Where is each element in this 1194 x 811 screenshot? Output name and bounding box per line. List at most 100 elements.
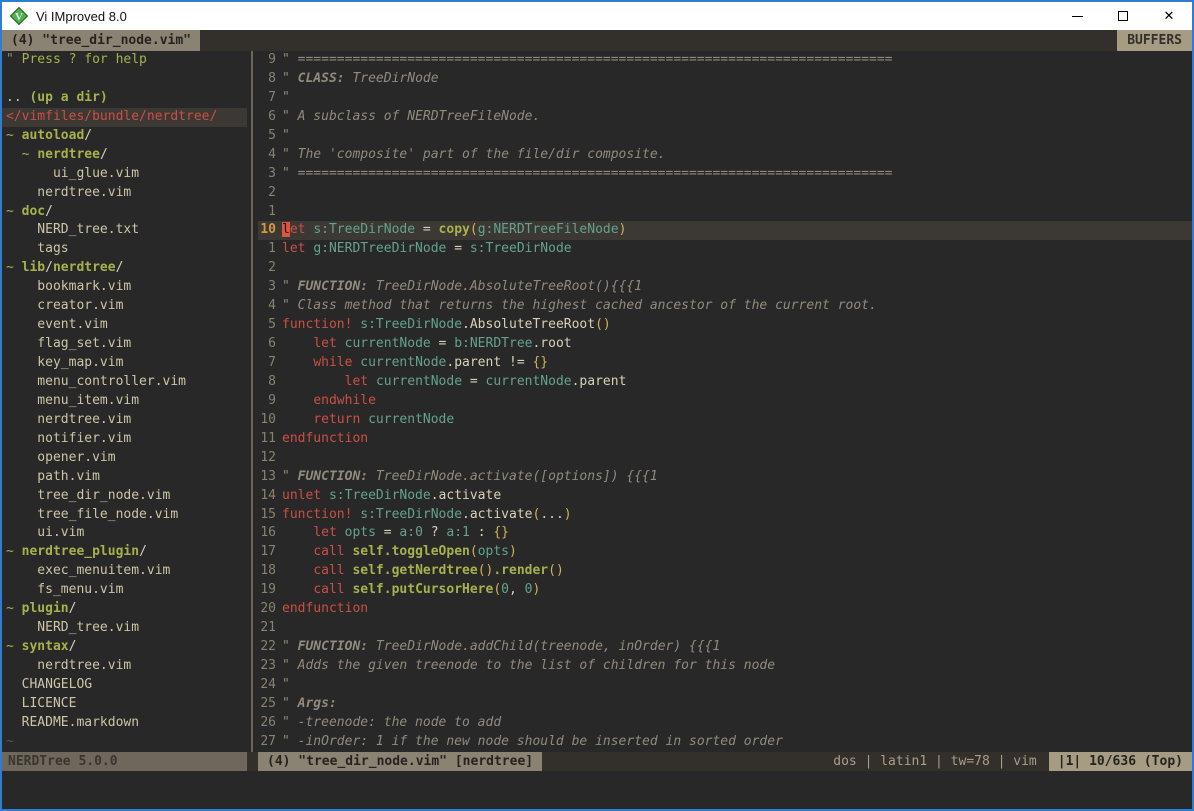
- code-line[interactable]: 26" -treenode: the node to add: [258, 714, 1192, 733]
- tree-item[interactable]: nerdtree.vim: [2, 657, 247, 676]
- tree-item[interactable]: event.vim: [2, 316, 247, 335]
- syntax-segment: ): [532, 582, 540, 597]
- tree-item[interactable]: CHANGELOG: [2, 676, 247, 695]
- code-line[interactable]: 20endfunction: [258, 600, 1192, 619]
- tree-item[interactable]: tree_file_node.vim: [2, 506, 247, 525]
- code-line[interactable]: 25" Args:: [258, 695, 1192, 714]
- code-line[interactable]: 7 while currentNode.parent != {}: [258, 354, 1192, 373]
- syntax-segment: opts: [345, 525, 376, 540]
- code-line[interactable]: 16 let opts = a:0 ? a:1 : {}: [258, 524, 1192, 543]
- tree-item[interactable]: ~ syntax/: [2, 638, 247, 657]
- tree-item[interactable]: bookmark.vim: [2, 278, 247, 297]
- tree-item[interactable]: [2, 70, 247, 89]
- code-line[interactable]: 13" FUNCTION: TreeDirNode.activate([opti…: [258, 468, 1192, 487]
- tree-item[interactable]: </vimfiles/bundle/nerdtree/: [2, 108, 247, 127]
- syntax-segment: 0: [501, 582, 509, 597]
- code-line[interactable]: 15function! s:TreeDirNode.activate(...): [258, 506, 1192, 525]
- syntax-segment: ": [282, 696, 298, 711]
- code-line[interactable]: 22" FUNCTION: TreeDirNode.addChild(treen…: [258, 638, 1192, 657]
- maximize-button[interactable]: [1100, 2, 1146, 30]
- syntax-segment: nerdtree.vim: [6, 185, 131, 200]
- close-button[interactable]: ✕: [1146, 2, 1192, 30]
- syntax-segment: TreeDirNode.addChild(treenode, inOrder) …: [368, 639, 720, 654]
- code-line[interactable]: 7": [258, 89, 1192, 108]
- code-line[interactable]: 5function! s:TreeDirNode.AbsoluteTreeRoo…: [258, 316, 1192, 335]
- tree-item-text: nerdtree.vim: [6, 658, 131, 673]
- syntax-segment: let: [345, 374, 368, 389]
- code-line[interactable]: 27" -inOrder: 1 if the new node should b…: [258, 733, 1192, 752]
- code-line[interactable]: 10let s:TreeDirNode = copy(g:NERDTreeFil…: [258, 221, 1192, 240]
- code-line[interactable]: 3" =====================================…: [258, 165, 1192, 184]
- tree-item[interactable]: nerdtree.vim: [2, 411, 247, 430]
- code-line[interactable]: 10 return currentNode: [258, 411, 1192, 430]
- tree-item[interactable]: menu_item.vim: [2, 392, 247, 411]
- code-line[interactable]: 18 call self.getNerdtree().render(): [258, 562, 1192, 581]
- syntax-segment: (): [548, 563, 564, 578]
- tree-item[interactable]: key_map.vim: [2, 354, 247, 373]
- code-line[interactable]: 4" Class method that returns the highest…: [258, 297, 1192, 316]
- code-line[interactable]: 17 call self.toggleOpen(opts): [258, 543, 1192, 562]
- syntax-segment: notifier.vim: [6, 431, 131, 446]
- tree-item[interactable]: tags: [2, 240, 247, 259]
- tree-item[interactable]: opener.vim: [2, 449, 247, 468]
- code-line[interactable]: 14unlet s:TreeDirNode.activate: [258, 487, 1192, 506]
- code-line[interactable]: 1: [258, 203, 1192, 222]
- code-line[interactable]: 5": [258, 127, 1192, 146]
- tree-item[interactable]: creator.vim: [2, 297, 247, 316]
- tree-item[interactable]: fs_menu.vim: [2, 581, 247, 600]
- code-line[interactable]: 2: [258, 184, 1192, 203]
- tree-item[interactable]: ui_glue.vim: [2, 165, 247, 184]
- syntax-segment: return: [313, 412, 360, 427]
- syntax-segment: ~: [6, 639, 22, 654]
- code-line[interactable]: 9 endwhile: [258, 392, 1192, 411]
- tree-item[interactable]: NERD_tree.vim: [2, 619, 247, 638]
- code-line[interactable]: 11endfunction: [258, 430, 1192, 449]
- tree-item[interactable]: ~ nerdtree_plugin/: [2, 543, 247, 562]
- tree-item[interactable]: path.vim: [2, 468, 247, 487]
- code-line[interactable]: 21: [258, 619, 1192, 638]
- syntax-segment: [360, 412, 368, 427]
- line-number: 13: [258, 468, 282, 487]
- tree-item[interactable]: NERD_tree.txt: [2, 221, 247, 240]
- tree-item[interactable]: ~ autoload/: [2, 127, 247, 146]
- syntax-segment: let: [282, 241, 305, 256]
- buffers-label[interactable]: BUFFERS: [1117, 30, 1192, 51]
- code-line[interactable]: 19 call self.putCursorHere(0, 0): [258, 581, 1192, 600]
- code-line[interactable]: 6" A subclass of NERDTreeFileNode.: [258, 108, 1192, 127]
- tree-item[interactable]: tree_dir_node.vim: [2, 487, 247, 506]
- tree-item[interactable]: LICENCE: [2, 695, 247, 714]
- tree-item-text: menu_controller.vim: [6, 374, 186, 389]
- code-line-text: while currentNode.parent != {}: [282, 354, 548, 373]
- code-line[interactable]: 12: [258, 449, 1192, 468]
- tree-item[interactable]: ~ doc/: [2, 203, 247, 222]
- tree-item[interactable]: ui.vim: [2, 524, 247, 543]
- tree-item[interactable]: README.markdown: [2, 714, 247, 733]
- code-line[interactable]: 6 let currentNode = b:NERDTree.root: [258, 335, 1192, 354]
- code-line[interactable]: 3" FUNCTION: TreeDirNode.AbsoluteTreeRoo…: [258, 278, 1192, 297]
- syntax-segment: " Adds the given treenode to the list of…: [282, 658, 775, 673]
- code-line[interactable]: 24": [258, 676, 1192, 695]
- code-line[interactable]: 9" =====================================…: [258, 51, 1192, 70]
- tree-item[interactable]: ~ nerdtree/: [2, 146, 247, 165]
- tree-item[interactable]: ~ plugin/: [2, 600, 247, 619]
- code-line[interactable]: 2: [258, 259, 1192, 278]
- tree-item[interactable]: ~ lib/nerdtree/: [2, 259, 247, 278]
- tree-item[interactable]: .. (up a dir): [2, 89, 247, 108]
- tree-item[interactable]: nerdtree.vim: [2, 184, 247, 203]
- tree-item[interactable]: notifier.vim: [2, 430, 247, 449]
- syntax-segment: et: [290, 222, 306, 237]
- code-line[interactable]: 8" CLASS: TreeDirNode: [258, 70, 1192, 89]
- code-line[interactable]: 4" The 'composite' part of the file/dir …: [258, 146, 1192, 165]
- tree-item[interactable]: menu_controller.vim: [2, 373, 247, 392]
- tree-item[interactable]: " Press ? for help: [2, 51, 247, 70]
- code-line[interactable]: 8 let currentNode = currentNode.parent: [258, 373, 1192, 392]
- tree-item[interactable]: ~: [2, 733, 247, 752]
- command-line[interactable]: [2, 771, 1192, 809]
- tree-item[interactable]: flag_set.vim: [2, 335, 247, 354]
- tab-tree-dir-node[interactable]: (4) "tree_dir_node.vim": [2, 30, 200, 51]
- code-line[interactable]: 23" Adds the given treenode to the list …: [258, 657, 1192, 676]
- tree-item[interactable]: exec_menuitem.vim: [2, 562, 247, 581]
- minimize-button[interactable]: [1054, 2, 1100, 30]
- code-line[interactable]: 1let g:NERDTreeDirNode = s:TreeDirNode: [258, 240, 1192, 259]
- window-separator[interactable]: [247, 51, 258, 752]
